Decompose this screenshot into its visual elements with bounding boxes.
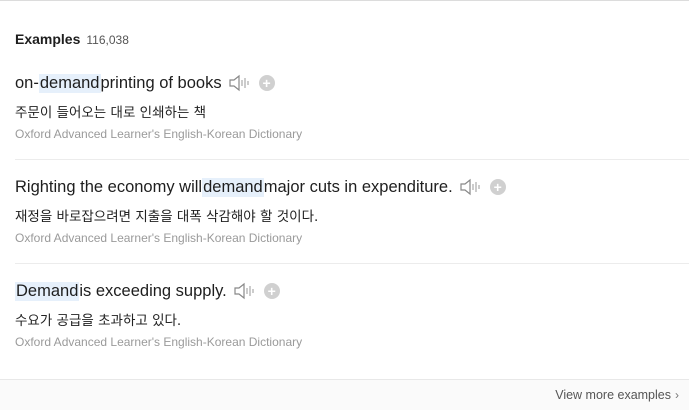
example-item: Demand is exceeding supply. + 수요가 공급을 초과… <box>15 280 689 349</box>
add-to-wordbook-plus-icon[interactable]: + <box>263 283 280 299</box>
examples-header: Examples 116,038 <box>15 31 129 47</box>
top-divider <box>0 0 689 1</box>
example-divider <box>15 263 689 264</box>
section-title: Examples <box>15 31 81 47</box>
example-sentence: Righting the economy will demand major c… <box>15 176 689 198</box>
view-more-label[interactable]: View more examples <box>555 388 671 402</box>
example-translation: 주문이 들어오는 대로 인쇄하는 책 <box>15 105 207 121</box>
highlighted-keyword: demand <box>202 177 264 197</box>
speaker-icon[interactable] <box>233 282 257 300</box>
example-translation: 재정을 바로잡으려면 지출을 대폭 삭감해야 할 것이다. <box>15 209 319 225</box>
example-source: Oxford Advanced Learner's English-Korean… <box>15 127 303 141</box>
example-divider <box>15 159 689 160</box>
example-sentence: Demand is exceeding supply. + <box>15 280 689 302</box>
view-more-examples-link[interactable]: View more examples › <box>555 388 679 402</box>
highlighted-keyword: demand <box>38 73 101 93</box>
speaker-icon[interactable] <box>228 74 252 92</box>
examples-count: 116,038 <box>86 33 129 47</box>
example-sentence: on-demand printing of books + <box>15 72 689 94</box>
examples-footer: View more examples › <box>0 379 689 410</box>
example-item: on-demand printing of books + 주문이 들어오는 대… <box>15 72 689 141</box>
highlighted-keyword: Demand <box>15 281 80 301</box>
add-to-wordbook-plus-icon[interactable]: + <box>489 179 506 195</box>
add-to-wordbook-plus-icon[interactable]: + <box>258 75 275 91</box>
example-item: Righting the economy will demand major c… <box>15 176 689 245</box>
example-translation: 수요가 공급을 초과하고 있다. <box>15 313 182 329</box>
speaker-icon[interactable] <box>459 178 483 196</box>
example-source: Oxford Advanced Learner's English-Korean… <box>15 335 303 349</box>
chevron-right-icon: › <box>675 388 679 402</box>
example-source: Oxford Advanced Learner's English-Korean… <box>15 231 303 245</box>
